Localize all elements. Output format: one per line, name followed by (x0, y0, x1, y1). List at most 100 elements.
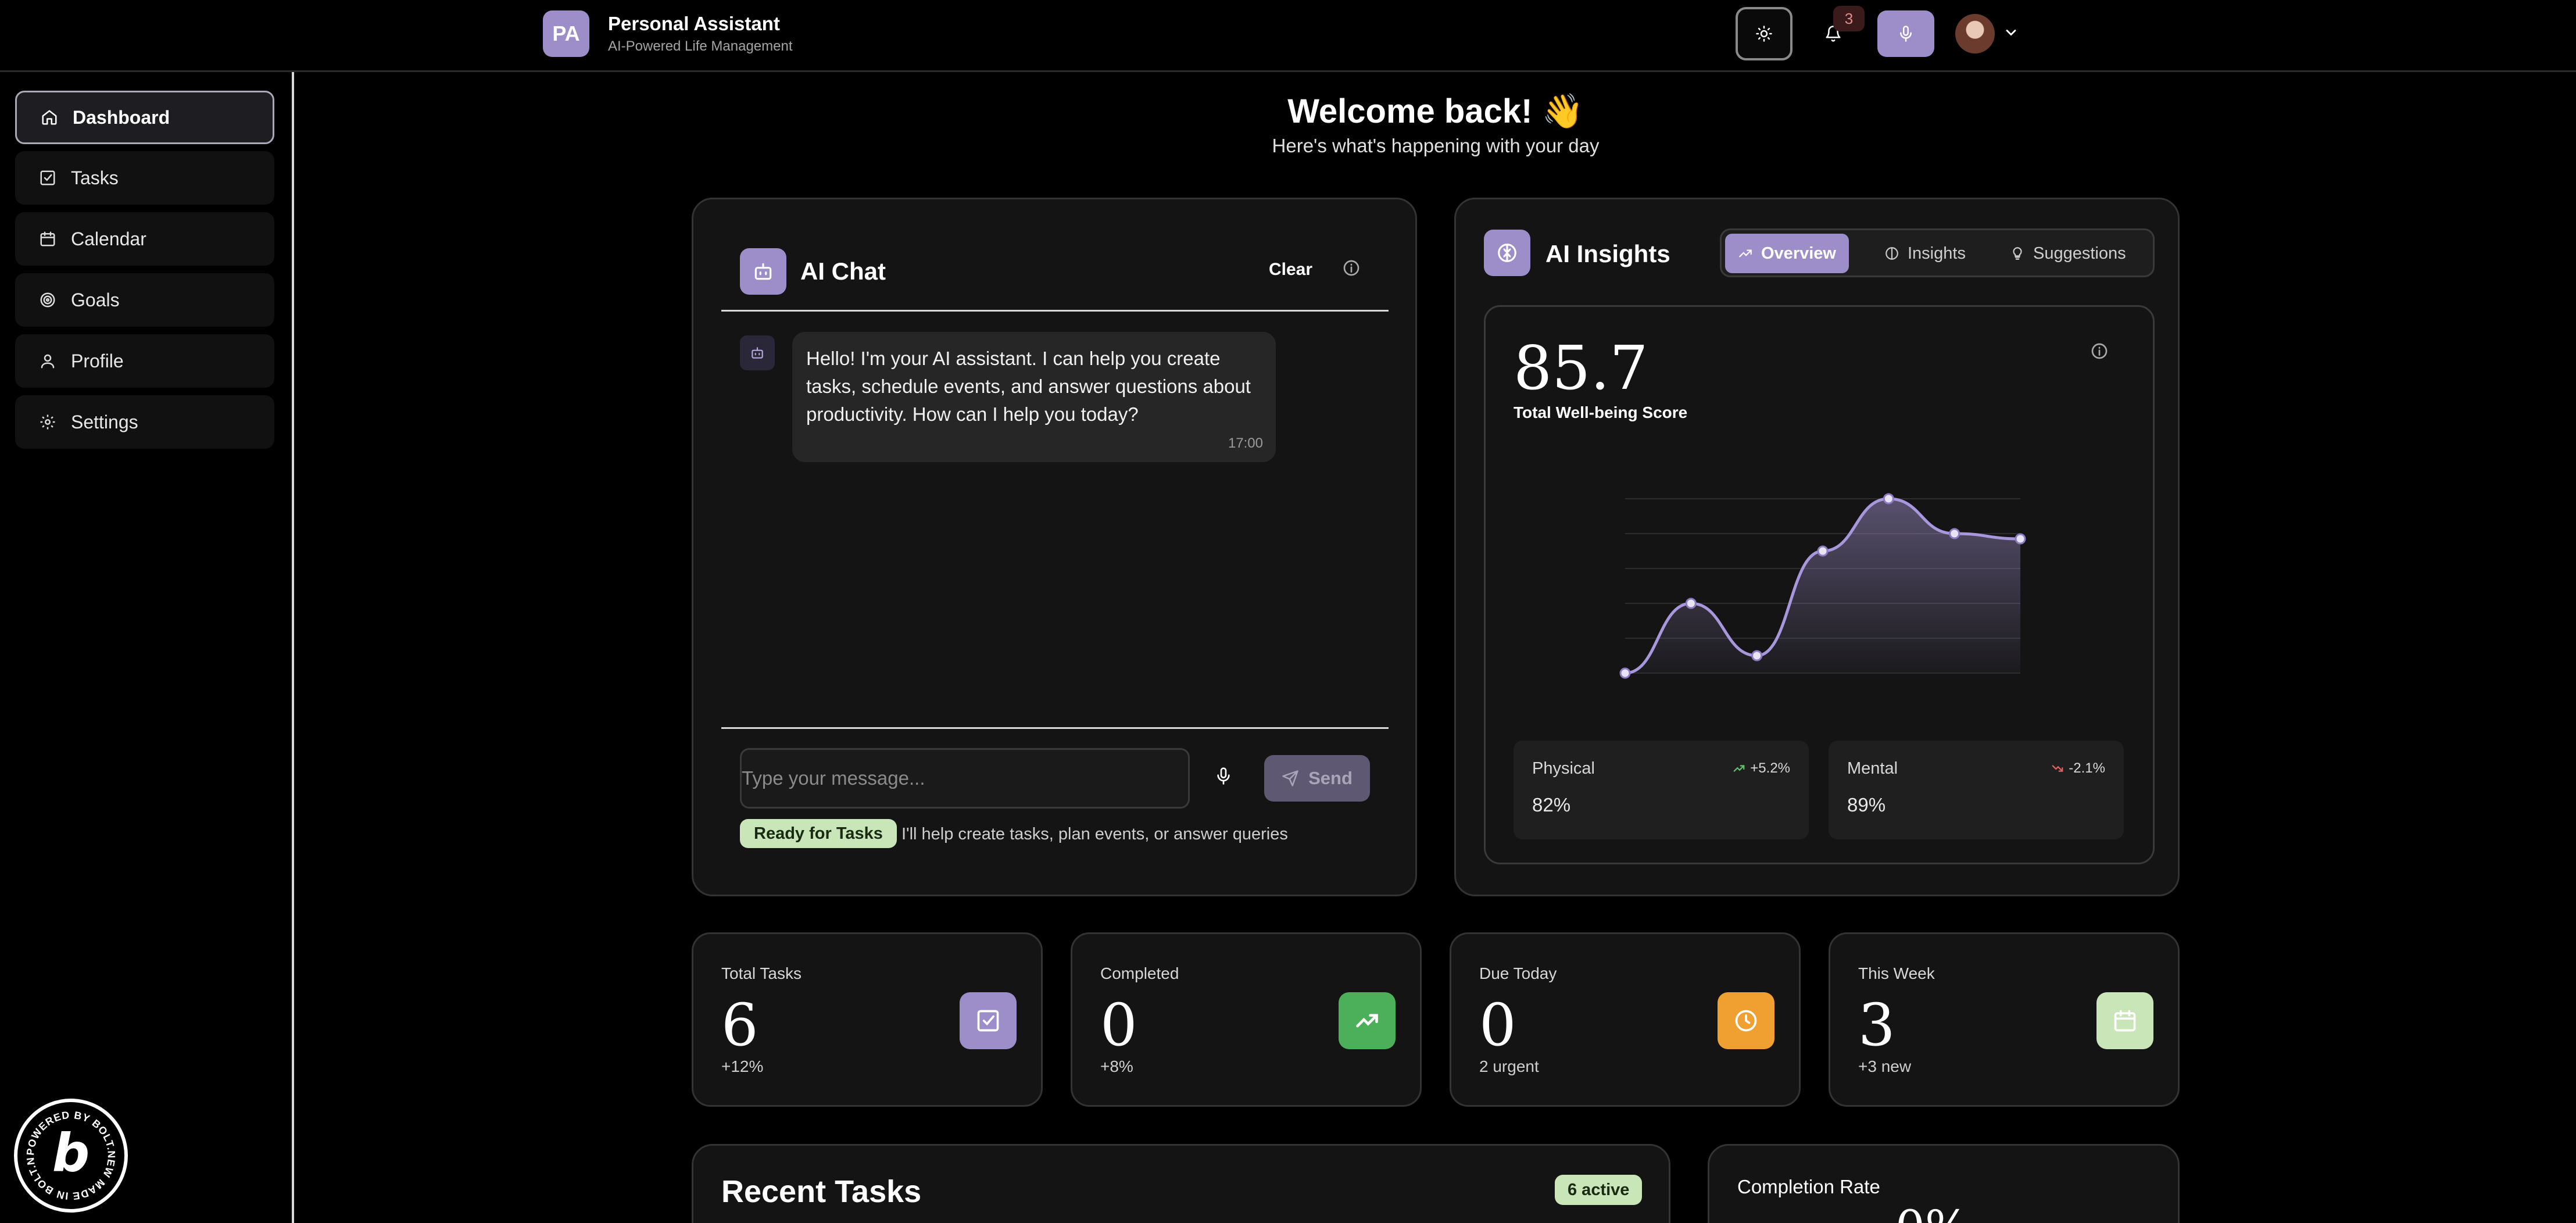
target-icon (36, 288, 59, 312)
trending-down-icon (2052, 765, 2063, 772)
chart-point (2015, 533, 2026, 545)
insights-title: AI Insights (1545, 240, 1670, 267)
sidebar-item-settings[interactable]: Settings (15, 395, 274, 449)
wellbeing-score-label: Total Well-being Score (1514, 403, 1688, 421)
trending-up-icon (1733, 765, 1745, 772)
sidebar: Dashboard Tasks Calendar Goals Profile S… (0, 72, 294, 1223)
metric-change-value: +5.2% (1750, 760, 1790, 776)
tab-insights[interactable]: Insights (1872, 234, 1978, 273)
sidebar-item-dashboard[interactable]: Dashboard (15, 91, 274, 144)
chart-point (1949, 528, 1960, 539)
bolt-logo-icon: b (52, 1122, 90, 1183)
metric-value: 82% (1532, 794, 1571, 816)
user-avatar[interactable] (1955, 14, 1995, 53)
stat-value: 0 (1100, 991, 1137, 1059)
lightbulb-icon (2013, 247, 2022, 260)
message-input[interactable] (740, 748, 1190, 809)
stat-label: This Week (1858, 964, 1935, 982)
voice-input-button[interactable] (1877, 10, 1934, 57)
sidebar-item-tasks[interactable]: Tasks (15, 151, 274, 205)
stat-label: Due Today (1479, 964, 1557, 982)
info-icon[interactable] (2090, 342, 2109, 360)
home-icon (38, 106, 61, 129)
check-square-icon (960, 992, 1017, 1049)
metric-change: +5.2% (1733, 760, 1790, 777)
sidebar-item-label: Goals (71, 289, 120, 310)
message-timestamp: 17:00 (1228, 435, 1263, 451)
chevron-down-icon[interactable] (2003, 24, 2019, 41)
sun-icon (1756, 26, 1772, 42)
bot-icon (740, 248, 786, 295)
app-title: Personal Assistant (608, 13, 780, 34)
divider (721, 310, 1389, 312)
ai-insights-card: AI Insights Overview Insights Suggestion… (1454, 198, 2180, 896)
stat-sub: +3 new (1858, 1057, 1912, 1075)
welcome-subtitle: Here's what's happening with your day (1272, 135, 1600, 156)
metric-change: -2.1% (2051, 760, 2105, 777)
stat-value: 0 (1479, 991, 1516, 1059)
metric-value: 89% (1847, 794, 1886, 816)
sidebar-item-label: Tasks (71, 167, 119, 188)
calendar-icon (36, 227, 59, 251)
tab-label: Insights (1908, 244, 1966, 263)
sidebar-item-label: Settings (71, 411, 138, 432)
brain-icon (1484, 230, 1530, 276)
recent-tasks-card: Recent Tasks 6 active (692, 1144, 1670, 1223)
tab-label: Overview (1761, 244, 1836, 263)
stat-card-completed: Completed 0 +8% (1071, 932, 1422, 1107)
send-icon (1282, 770, 1298, 786)
sidebar-item-calendar[interactable]: Calendar (15, 212, 274, 266)
clock-icon (1718, 992, 1774, 1049)
tab-overview[interactable]: Overview (1725, 234, 1849, 273)
sidebar-item-profile[interactable]: Profile (15, 334, 274, 388)
stat-sub: +12% (721, 1057, 764, 1075)
check-square-icon (36, 166, 59, 189)
wellbeing-trend-chart (1619, 493, 2026, 679)
send-label: Send (1308, 768, 1353, 788)
microphone-icon (1900, 26, 1912, 42)
chart-point (1619, 667, 1631, 679)
chart-area (1625, 499, 2020, 673)
stat-card-this-week: This Week 3 +3 new (1829, 932, 2180, 1107)
tab-label: Suggestions (2033, 244, 2126, 263)
stat-sub: +8% (1100, 1057, 1133, 1075)
microphone-icon[interactable] (1214, 767, 1233, 785)
user-icon (36, 349, 59, 373)
metric-label: Mental (1847, 759, 1898, 778)
stat-card-total-tasks: Total Tasks 6 +12% (692, 932, 1043, 1107)
bolt-badge[interactable]: POWERED BY BOLT.NEW MADE IN BOLT.NEW b (14, 1099, 128, 1213)
chart-point (1817, 545, 1829, 557)
tab-suggestions[interactable]: Suggestions (1997, 234, 2139, 273)
active-count-badge: 6 active (1555, 1175, 1643, 1205)
stat-value: 3 (1858, 991, 1895, 1059)
insights-tabs: Overview Insights Suggestions (1720, 228, 2155, 277)
stat-value: 6 (721, 991, 759, 1059)
trending-up-icon (1739, 249, 1752, 258)
send-button[interactable]: Send (1264, 755, 1370, 802)
wellbeing-score-value: 85.7 (1514, 332, 1648, 403)
sidebar-item-label: Calendar (71, 228, 146, 249)
chart-point (1685, 598, 1697, 609)
status-hint: I'll help create tasks, plan events, or … (901, 825, 1288, 843)
status-badge: Ready for Tasks (740, 819, 897, 848)
brain-icon (1886, 247, 1898, 260)
top-header: PA Personal Assistant AI-Powered Life Ma… (0, 0, 2576, 72)
stat-label: Completed (1100, 964, 1179, 982)
theme-toggle-button[interactable] (1736, 7, 1793, 60)
metric-change-value: -2.1% (2069, 760, 2105, 776)
divider (721, 727, 1389, 729)
chart-point (1883, 493, 1894, 505)
info-icon[interactable] (1342, 259, 1361, 277)
sidebar-item-label: Profile (71, 350, 124, 371)
gear-icon (36, 410, 59, 434)
welcome-title: Welcome back! 👋 (1287, 92, 1584, 130)
completion-rate-card: Completion Rate 0% (1708, 1144, 2180, 1223)
stat-sub: 2 urgent (1479, 1057, 1539, 1075)
completion-title: Completion Rate (1737, 1176, 1880, 1197)
assistant-message: Hello! I'm your AI assistant. I can help… (792, 332, 1276, 462)
metric-label: Physical (1532, 759, 1595, 778)
message-text: Hello! I'm your AI assistant. I can help… (806, 348, 1251, 425)
sidebar-item-goals[interactable]: Goals (15, 273, 274, 327)
overview-panel: 85.7 Total Well-being Score Physical 82%… (1484, 305, 2155, 864)
clear-chat-button[interactable]: Clear (1269, 260, 1312, 280)
